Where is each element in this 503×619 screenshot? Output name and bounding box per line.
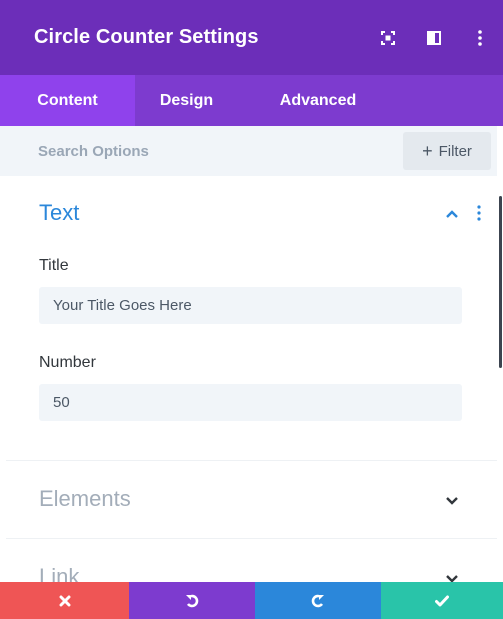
section-link-title: Link [39, 564, 80, 582]
split-view-icon[interactable] [411, 18, 457, 58]
fullscreen-icon[interactable] [365, 18, 411, 58]
section-text-header[interactable]: Text [39, 200, 489, 226]
section-text-title: Text [39, 200, 80, 225]
close-button[interactable] [0, 582, 129, 619]
tab-advanced[interactable]: Advanced [238, 75, 398, 126]
section-divider [6, 460, 497, 461]
title-field-label: Title [39, 257, 69, 274]
section-divider [6, 538, 497, 539]
settings-header: Circle Counter Settings [0, 0, 503, 75]
close-icon [59, 595, 70, 606]
section-menu-icon[interactable] [476, 205, 482, 221]
chevron-up-icon[interactable] [445, 209, 459, 219]
filter-label: Filter [438, 142, 472, 160]
chevron-down-icon[interactable] [445, 574, 459, 582]
tab-design[interactable]: Design [135, 75, 238, 126]
redo-button[interactable] [255, 582, 381, 619]
section-elements-title: Elements [39, 486, 131, 511]
section-elements-header[interactable]: Elements [39, 486, 489, 512]
title-input[interactable] [39, 287, 462, 324]
section-link-header[interactable]: Link [39, 564, 489, 582]
header-actions [365, 0, 503, 75]
modal-title: Circle Counter Settings [34, 26, 259, 48]
settings-content: Text Title Number Elements Link [0, 176, 497, 582]
more-options-icon[interactable] [457, 18, 503, 58]
tab-design-label: Design [159, 91, 214, 109]
settings-footer [0, 582, 503, 619]
search-bar: + Filter [0, 126, 497, 176]
tab-content-label: Content [37, 91, 98, 109]
save-check-icon [435, 595, 449, 606]
tab-content[interactable]: Content [0, 75, 135, 126]
plus-icon: + [422, 141, 433, 161]
save-button[interactable] [381, 582, 503, 619]
filter-button[interactable]: + Filter [403, 132, 491, 170]
tab-advanced-label: Advanced [279, 91, 357, 109]
number-field-label: Number [39, 354, 96, 371]
chevron-down-icon[interactable] [445, 496, 459, 506]
number-input[interactable] [39, 384, 462, 421]
scrollbar-thumb[interactable] [499, 196, 502, 368]
redo-icon [311, 594, 324, 607]
undo-button[interactable] [129, 582, 255, 619]
settings-tabs: Content Design Advanced [0, 75, 503, 126]
search-options-input[interactable] [38, 133, 378, 169]
undo-icon [186, 594, 199, 607]
